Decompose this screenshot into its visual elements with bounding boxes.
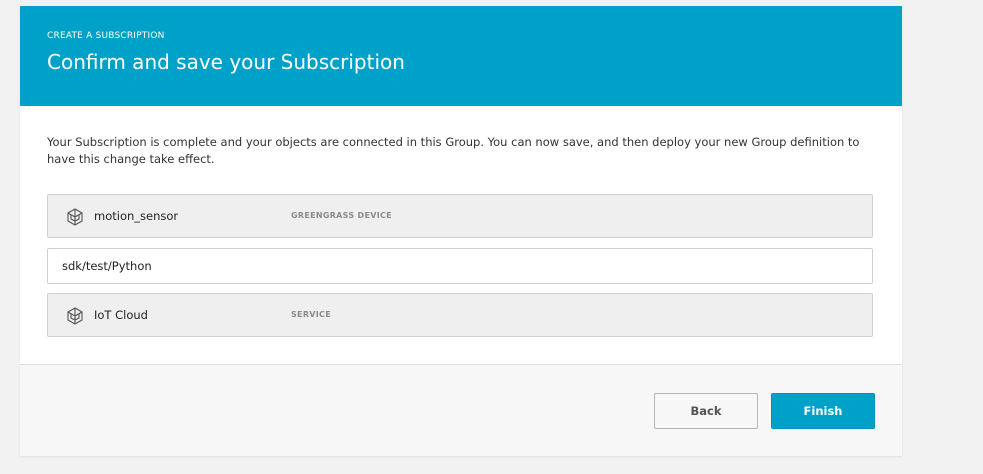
iot-thing-icon bbox=[65, 306, 85, 326]
subscription-card: CREATE A SUBSCRIPTION Confirm and save y… bbox=[20, 6, 902, 456]
source-type: GREENGRASS DEVICE bbox=[291, 211, 392, 220]
topic-field: sdk/test/Python bbox=[47, 248, 873, 284]
target-name: IoT Cloud bbox=[94, 308, 148, 322]
wizard-body: Your Subscription is complete and your o… bbox=[20, 106, 902, 365]
iot-thing-icon bbox=[65, 207, 85, 227]
page-title: Confirm and save your Subscription bbox=[47, 50, 405, 74]
wizard-eyebrow: CREATE A SUBSCRIPTION bbox=[47, 31, 165, 41]
finish-button[interactable]: Finish bbox=[771, 393, 875, 429]
topic-value: sdk/test/Python bbox=[62, 259, 152, 273]
description-text: Your Subscription is complete and your o… bbox=[47, 135, 860, 166]
back-button[interactable]: Back bbox=[654, 393, 758, 429]
source-row: motion_sensor GREENGRASS DEVICE bbox=[47, 194, 873, 238]
wizard-header: CREATE A SUBSCRIPTION Confirm and save y… bbox=[20, 6, 902, 106]
target-row: IoT Cloud SERVICE bbox=[47, 293, 873, 337]
source-name: motion_sensor bbox=[94, 209, 179, 223]
target-type: SERVICE bbox=[291, 310, 331, 319]
wizard-footer: Back Finish bbox=[20, 365, 902, 456]
